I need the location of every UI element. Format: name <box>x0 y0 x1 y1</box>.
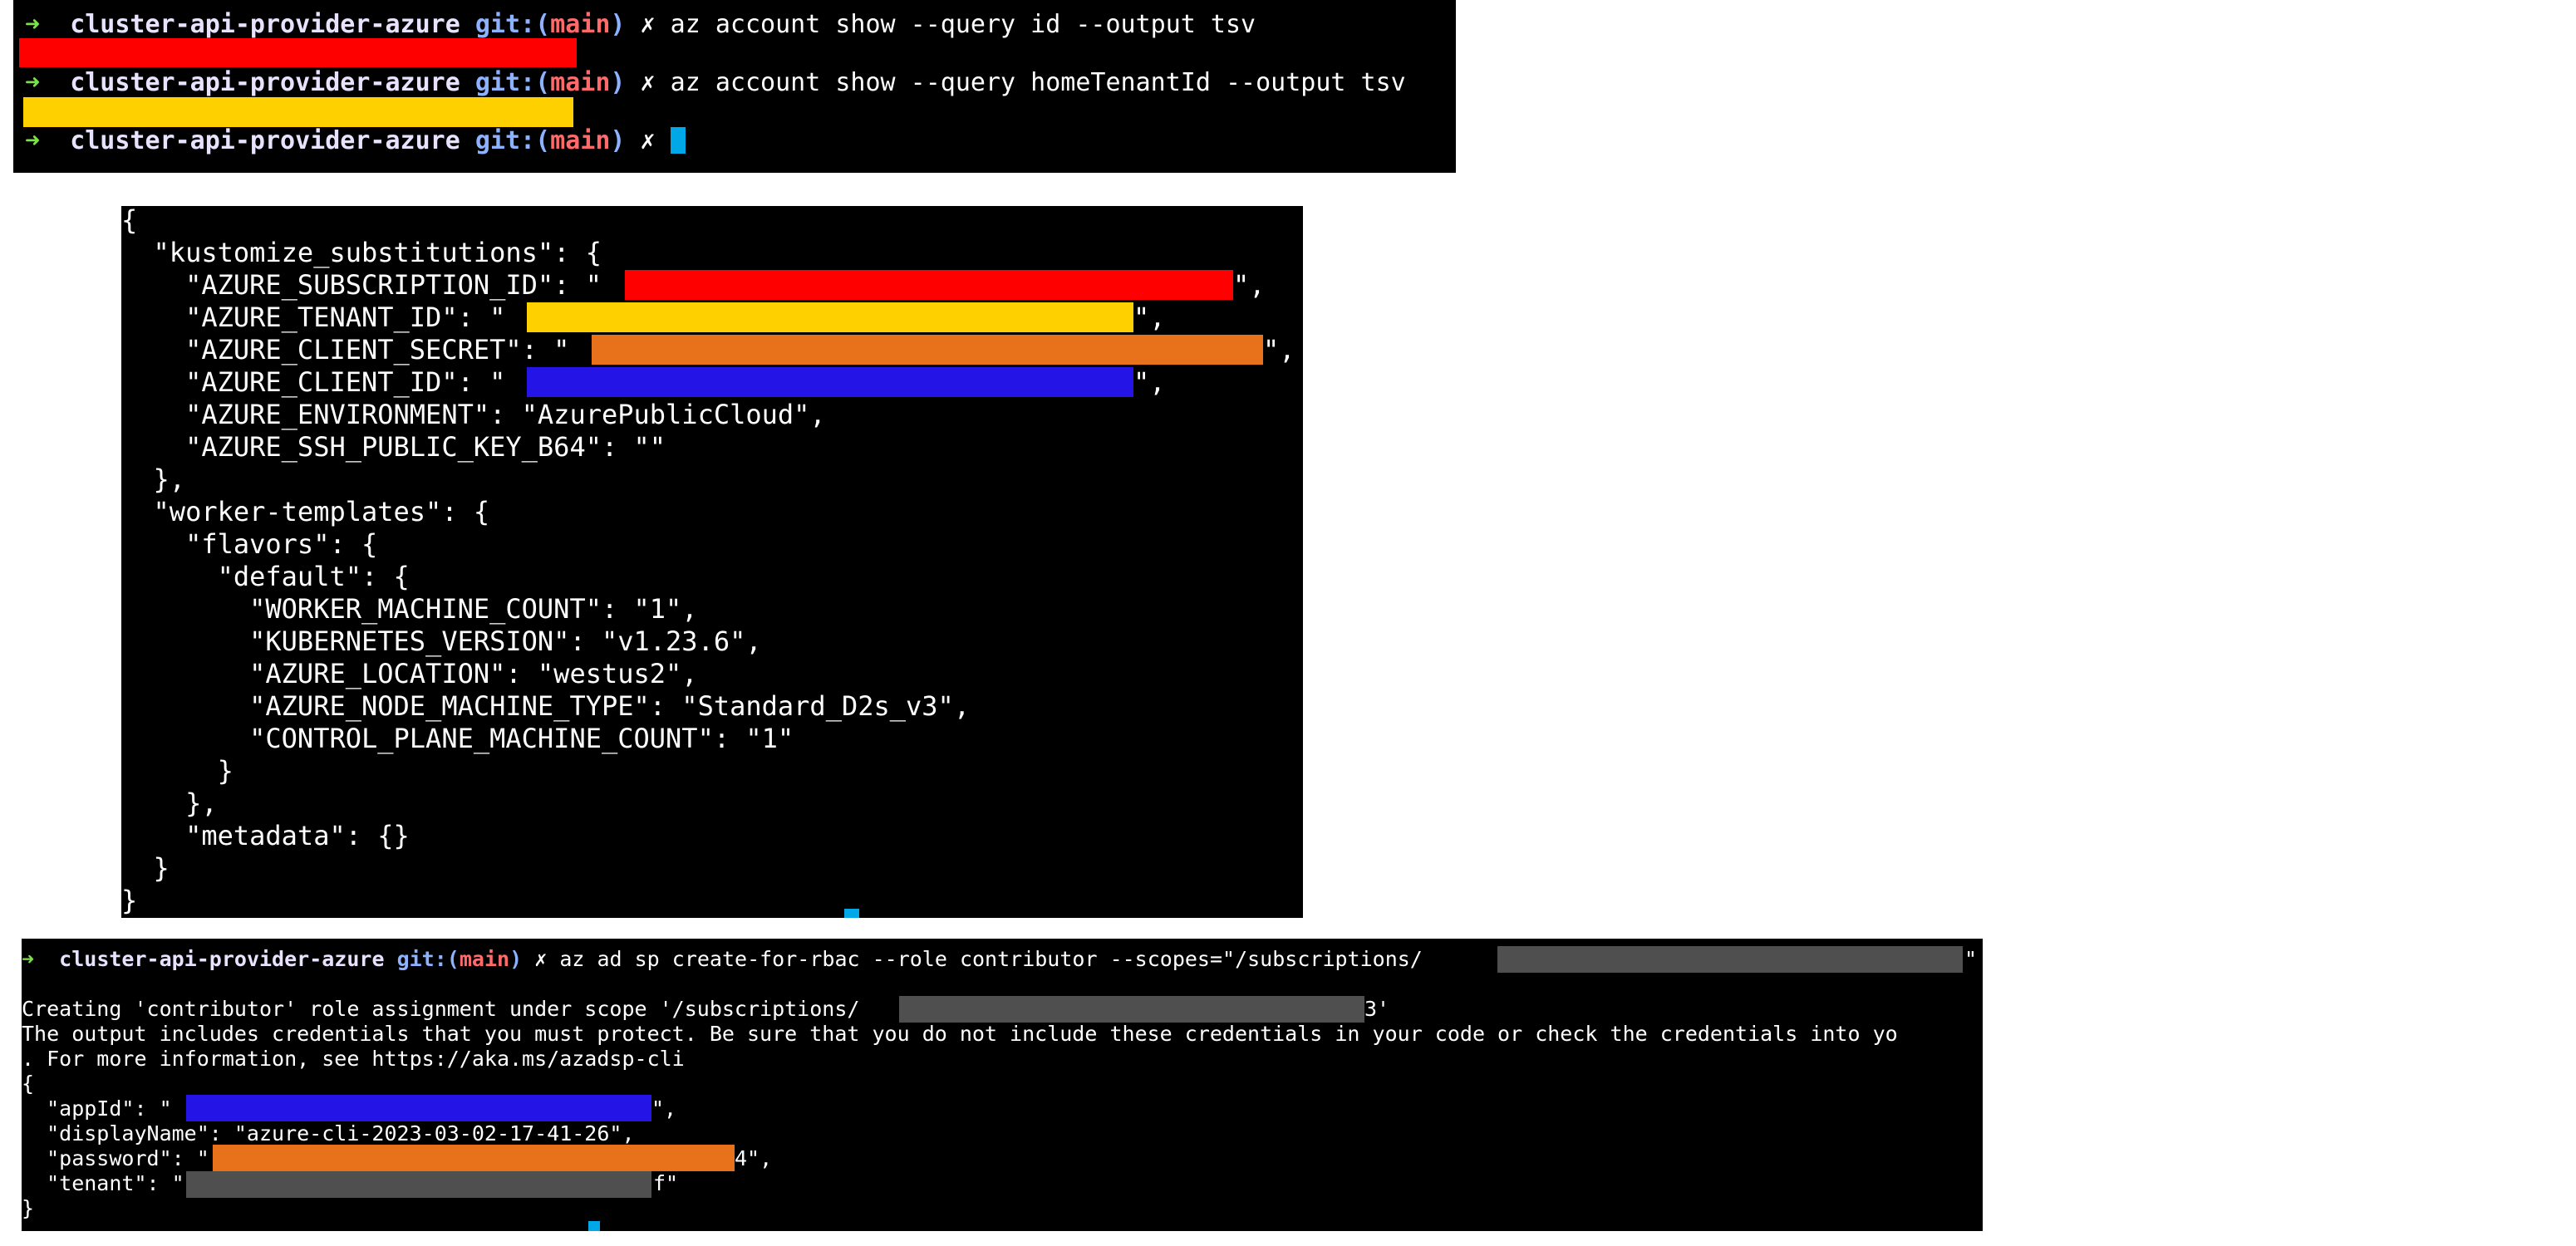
output-line-tail: f" <box>653 1171 679 1195</box>
redacted-tenant-id <box>186 1171 651 1198</box>
redacted-subscription-id <box>625 270 1233 300</box>
prompt-git-open: git:( <box>474 126 551 155</box>
json-line: "AZURE_LOCATION": "westus2", <box>121 658 698 689</box>
terminal-account-show[interactable]: ➜ cluster-api-provider-azure git:(main) … <box>13 0 1456 173</box>
prompt-git-close: ) <box>509 947 523 971</box>
command-text: az ad sp create-for-rbac --role contribu… <box>559 947 1423 971</box>
terminal-json-config[interactable]: { "kustomize_substitutions": { "AZURE_SU… <box>121 206 1303 918</box>
output-line-tail: 4", <box>735 1146 773 1170</box>
prompt-branch: main <box>459 947 510 971</box>
json-line-tail: ", <box>1263 334 1295 365</box>
command-text: az account show --query homeTenantId --o… <box>670 68 1406 97</box>
redacted-subscription-id <box>1497 946 1963 973</box>
prompt-line-2: ➜ cluster-api-provider-azure git:(main) … <box>25 66 1406 100</box>
redacted-tenant-id <box>23 97 573 127</box>
json-line: "worker-templates": { <box>121 496 490 527</box>
json-line: "KUBERNETES_VERSION": "v1.23.6", <box>121 625 762 657</box>
redacted-tenant-id <box>527 302 1133 332</box>
prompt-arrow-icon: ➜ <box>25 68 41 97</box>
prompt-git-close: ) <box>610 10 626 39</box>
json-line: "WORKER_MACHINE_COUNT": "1", <box>121 593 698 625</box>
text-cursor <box>588 1221 600 1231</box>
prompt-git-open: git:( <box>474 68 551 97</box>
json-line: }, <box>121 787 218 819</box>
output-line: . For more information, see https://aka.… <box>22 1047 685 1071</box>
prompt-dirty-icon: ✗ <box>640 10 656 39</box>
output-line-tail: ", <box>651 1096 677 1121</box>
prompt-dirty-icon: ✗ <box>640 68 656 97</box>
json-line: "AZURE_CLIENT_SECRET": " <box>121 334 570 365</box>
json-line: "AZURE_ENVIRONMENT": "AzurePublicCloud", <box>121 399 826 430</box>
redacted-subscription-id <box>19 38 577 67</box>
redacted-client-id <box>527 367 1133 397</box>
json-line: } <box>121 755 234 787</box>
output-line: "appId": " <box>22 1096 172 1121</box>
json-line: "AZURE_TENANT_ID": " <box>121 302 506 333</box>
output-line: } <box>22 1196 35 1220</box>
command-text: az account show --query id --output tsv <box>670 10 1256 39</box>
prompt-line-3[interactable]: ➜ cluster-api-provider-azure git:(main) … <box>25 125 686 158</box>
prompt-git-open: git:( <box>396 947 460 971</box>
prompt-git-close: ) <box>610 126 626 155</box>
redacted-subscription-id <box>899 996 1364 1023</box>
json-line: "kustomize_substitutions": { <box>121 237 602 268</box>
terminal-create-for-rbac[interactable]: ➜ cluster-api-provider-azure git:(main) … <box>22 939 1983 1231</box>
prompt-directory: cluster-api-provider-azure <box>70 68 460 97</box>
output-line: "password": " <box>22 1146 209 1170</box>
prompt-branch: main <box>550 126 611 155</box>
text-cursor <box>670 127 686 154</box>
output-line: "tenant": " <box>22 1171 184 1195</box>
output-line: "displayName": "azure-cli-2023-03-02-17-… <box>22 1121 635 1145</box>
text-cursor <box>844 909 859 918</box>
command-tail: " <box>1964 947 1978 971</box>
json-line: "CONTROL_PLANE_MACHINE_COUNT": "1" <box>121 723 794 754</box>
redacted-app-id <box>186 1095 651 1121</box>
json-line: "metadata": {} <box>121 820 410 851</box>
prompt-dirty-icon: ✗ <box>534 947 548 971</box>
prompt-line-1: ➜ cluster-api-provider-azure git:(main) … <box>25 8 1256 42</box>
json-line-tail: ", <box>1133 366 1166 398</box>
prompt-line: ➜ cluster-api-provider-azure git:(main) … <box>22 947 1423 972</box>
json-line: }, <box>121 464 186 495</box>
output-line: { <box>22 1072 35 1096</box>
prompt-dirty-icon: ✗ <box>640 126 656 155</box>
json-line: { <box>121 206 138 236</box>
redacted-client-secret <box>592 335 1263 365</box>
json-line: "AZURE_SUBSCRIPTION_ID": " <box>121 269 602 301</box>
prompt-directory: cluster-api-provider-azure <box>59 947 385 971</box>
json-line: "AZURE_NODE_MACHINE_TYPE": "Standard_D2s… <box>121 690 971 722</box>
output-line: Creating 'contributor' role assignment u… <box>22 997 860 1021</box>
output-line-tail: 3' <box>1364 997 1390 1021</box>
json-line-tail: ", <box>1233 269 1266 301</box>
json-line: } <box>121 885 138 916</box>
prompt-arrow-icon: ➜ <box>25 10 41 39</box>
prompt-branch: main <box>550 68 611 97</box>
json-line: "AZURE_SSH_PUBLIC_KEY_B64": "" <box>121 431 666 463</box>
output-line: The output includes credentials that you… <box>22 1022 1898 1046</box>
prompt-git-open: git:( <box>474 10 551 39</box>
json-line: } <box>121 852 170 884</box>
prompt-directory: cluster-api-provider-azure <box>70 126 460 155</box>
json-line: "flavors": { <box>121 528 378 560</box>
prompt-directory: cluster-api-provider-azure <box>70 10 460 39</box>
prompt-arrow-icon: ➜ <box>25 126 41 155</box>
screenshot-collage: ➜ cluster-api-provider-azure git:(main) … <box>0 0 2576 1246</box>
prompt-branch: main <box>550 10 611 39</box>
prompt-git-close: ) <box>610 68 626 97</box>
prompt-arrow-icon: ➜ <box>22 947 35 971</box>
json-line: "AZURE_CLIENT_ID": " <box>121 366 506 398</box>
redacted-password <box>213 1145 735 1171</box>
json-line: "default": { <box>121 561 410 592</box>
json-line-tail: ", <box>1133 302 1166 333</box>
